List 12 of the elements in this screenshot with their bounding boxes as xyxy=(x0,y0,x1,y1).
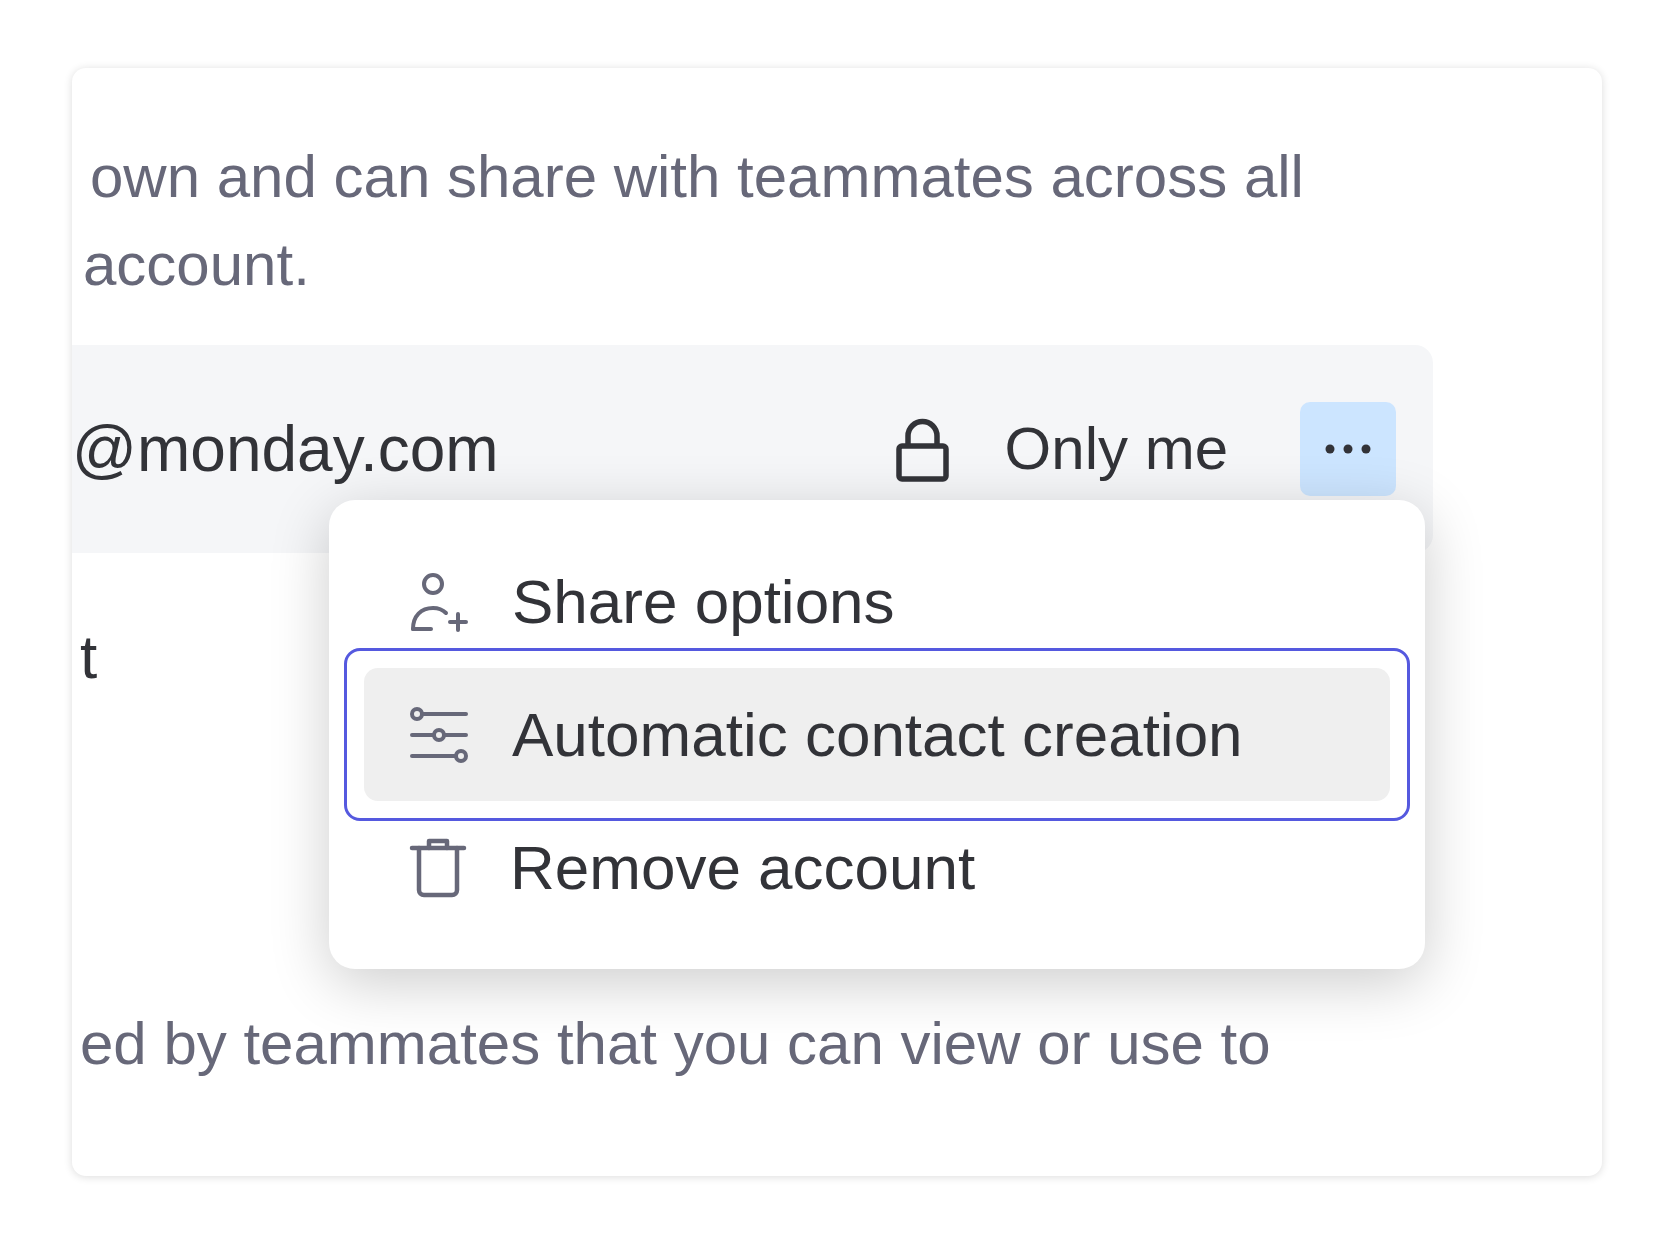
description-text: own and can share with teammates across all account. xyxy=(82,142,1304,300)
add-person-icon xyxy=(409,571,469,632)
description-text: ed by teammates that you can view or use to xyxy=(79,1009,1271,1079)
trash-icon xyxy=(409,837,467,898)
menu-item[interactable]: Automatic contact creation xyxy=(344,648,1410,821)
sliders-icon xyxy=(409,706,469,763)
visibility-text: Only me xyxy=(1004,414,1228,484)
email-text: @monday.com xyxy=(72,412,499,487)
heading-text: t xyxy=(79,621,98,693)
ellipsis-icon xyxy=(1325,444,1371,454)
more-button[interactable] xyxy=(1300,402,1396,496)
lock-icon xyxy=(895,416,949,482)
